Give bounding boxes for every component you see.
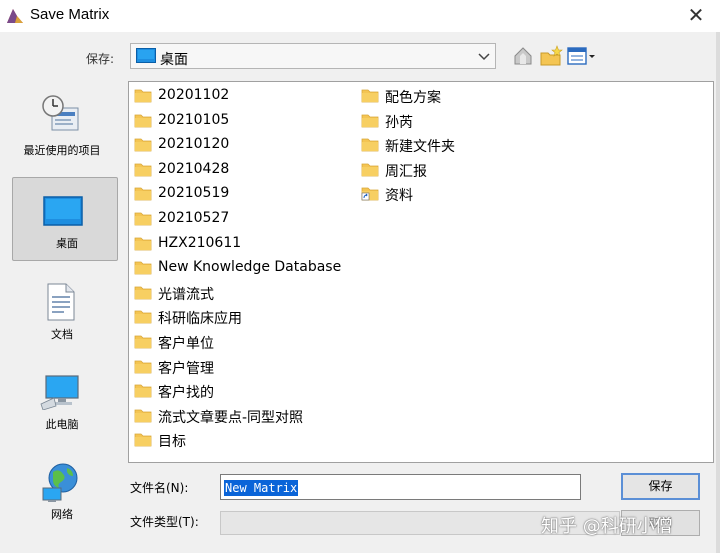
folder-icon: [134, 360, 152, 373]
network-icon: [42, 463, 78, 502]
folder-icon: [134, 261, 152, 275]
folder-icon: [134, 237, 152, 250]
folder-icon: [134, 310, 152, 324]
folder-icon: [134, 163, 152, 177]
folder-icon: [134, 384, 152, 398]
file-name: 光谱流式: [158, 286, 214, 303]
save-in-value: 桌面: [160, 52, 188, 68]
folder-icon: [361, 89, 379, 103]
file-name: 孙芮: [385, 114, 413, 131]
filename-value: New Matrix: [224, 480, 299, 496]
place-network[interactable]: 网络: [8, 456, 120, 540]
folder-icon: [134, 433, 152, 447]
file-name: 客户单位: [158, 336, 214, 352]
file-name: 新建文件夹: [385, 139, 455, 156]
file-name: 20201102: [158, 87, 230, 103]
place-documents[interactable]: 文档: [8, 270, 120, 354]
watermark: 知乎 @科研小僧: [541, 516, 673, 537]
window-edge: [716, 32, 720, 553]
place-label: 此电脑: [45, 418, 79, 431]
place-recent-items[interactable]: 最近使用的项目: [8, 78, 120, 162]
place-label: 桌面: [56, 237, 78, 250]
close-button[interactable]: ✕: [686, 5, 706, 25]
folder-shortcut-icon: [361, 187, 379, 201]
file-name: 20210527: [158, 210, 230, 226]
file-name: 20210428: [158, 160, 230, 177]
place-desktop[interactable]: 桌面: [12, 177, 118, 261]
recent-items-icon: [42, 95, 79, 131]
file-name: 20210519: [158, 185, 230, 202]
place-label: 文档: [51, 328, 73, 341]
folder-icon: [361, 163, 379, 177]
chevron-down-icon[interactable]: [474, 44, 494, 68]
close-icon: ✕: [687, 3, 705, 27]
folder-icon: [134, 335, 152, 349]
folder-icon: [134, 138, 152, 152]
file-name: 周汇报: [385, 163, 427, 180]
places-bar: 最近使用的项目 桌面 文档 此电脑 网络: [8, 78, 120, 540]
app-icon: [7, 9, 23, 23]
folder-icon: [134, 114, 152, 127]
view-menu-icon[interactable]: [566, 44, 598, 68]
folder-icon: [361, 114, 379, 127]
save-button[interactable]: 保存: [621, 473, 700, 500]
filename-label: 文件名(N):: [130, 481, 189, 495]
file-name: 配色方案: [385, 90, 441, 106]
folder-icon: [134, 212, 152, 226]
place-label: 最近使用的项目: [23, 144, 101, 157]
file-name: New Knowledge Database: [158, 259, 342, 276]
up-folder-icon[interactable]: [512, 44, 534, 68]
file-name: 资料: [385, 188, 413, 205]
place-label: 网络: [51, 508, 73, 521]
folder-icon: [361, 138, 379, 152]
file-name: HZX210611: [158, 234, 242, 251]
folder-icon: [134, 89, 152, 103]
file-name: 客户找的: [158, 385, 214, 402]
folder-icon: [134, 187, 152, 201]
new-folder-icon[interactable]: [539, 44, 563, 68]
folder-icon: [134, 286, 152, 300]
filetype-label: 文件类型(T):: [130, 515, 199, 529]
file-name: 20210105: [158, 111, 230, 128]
desktop-icon: [136, 48, 156, 63]
window-title: Save Matrix: [30, 6, 110, 23]
this-pc-icon: [40, 375, 79, 410]
desktop-icon: [43, 196, 83, 226]
file-name: 20210120: [158, 136, 230, 153]
folder-icon: [134, 409, 152, 423]
file-name: 流式文章要点-同型对照: [158, 409, 304, 426]
file-name: 科研临床应用: [158, 311, 242, 328]
file-name: 客户管理: [158, 360, 214, 377]
documents-icon: [47, 283, 75, 321]
file-name: 目标: [158, 434, 186, 451]
place-this-pc[interactable]: 此电脑: [8, 364, 120, 448]
save-in-label: 保存:: [86, 52, 115, 66]
